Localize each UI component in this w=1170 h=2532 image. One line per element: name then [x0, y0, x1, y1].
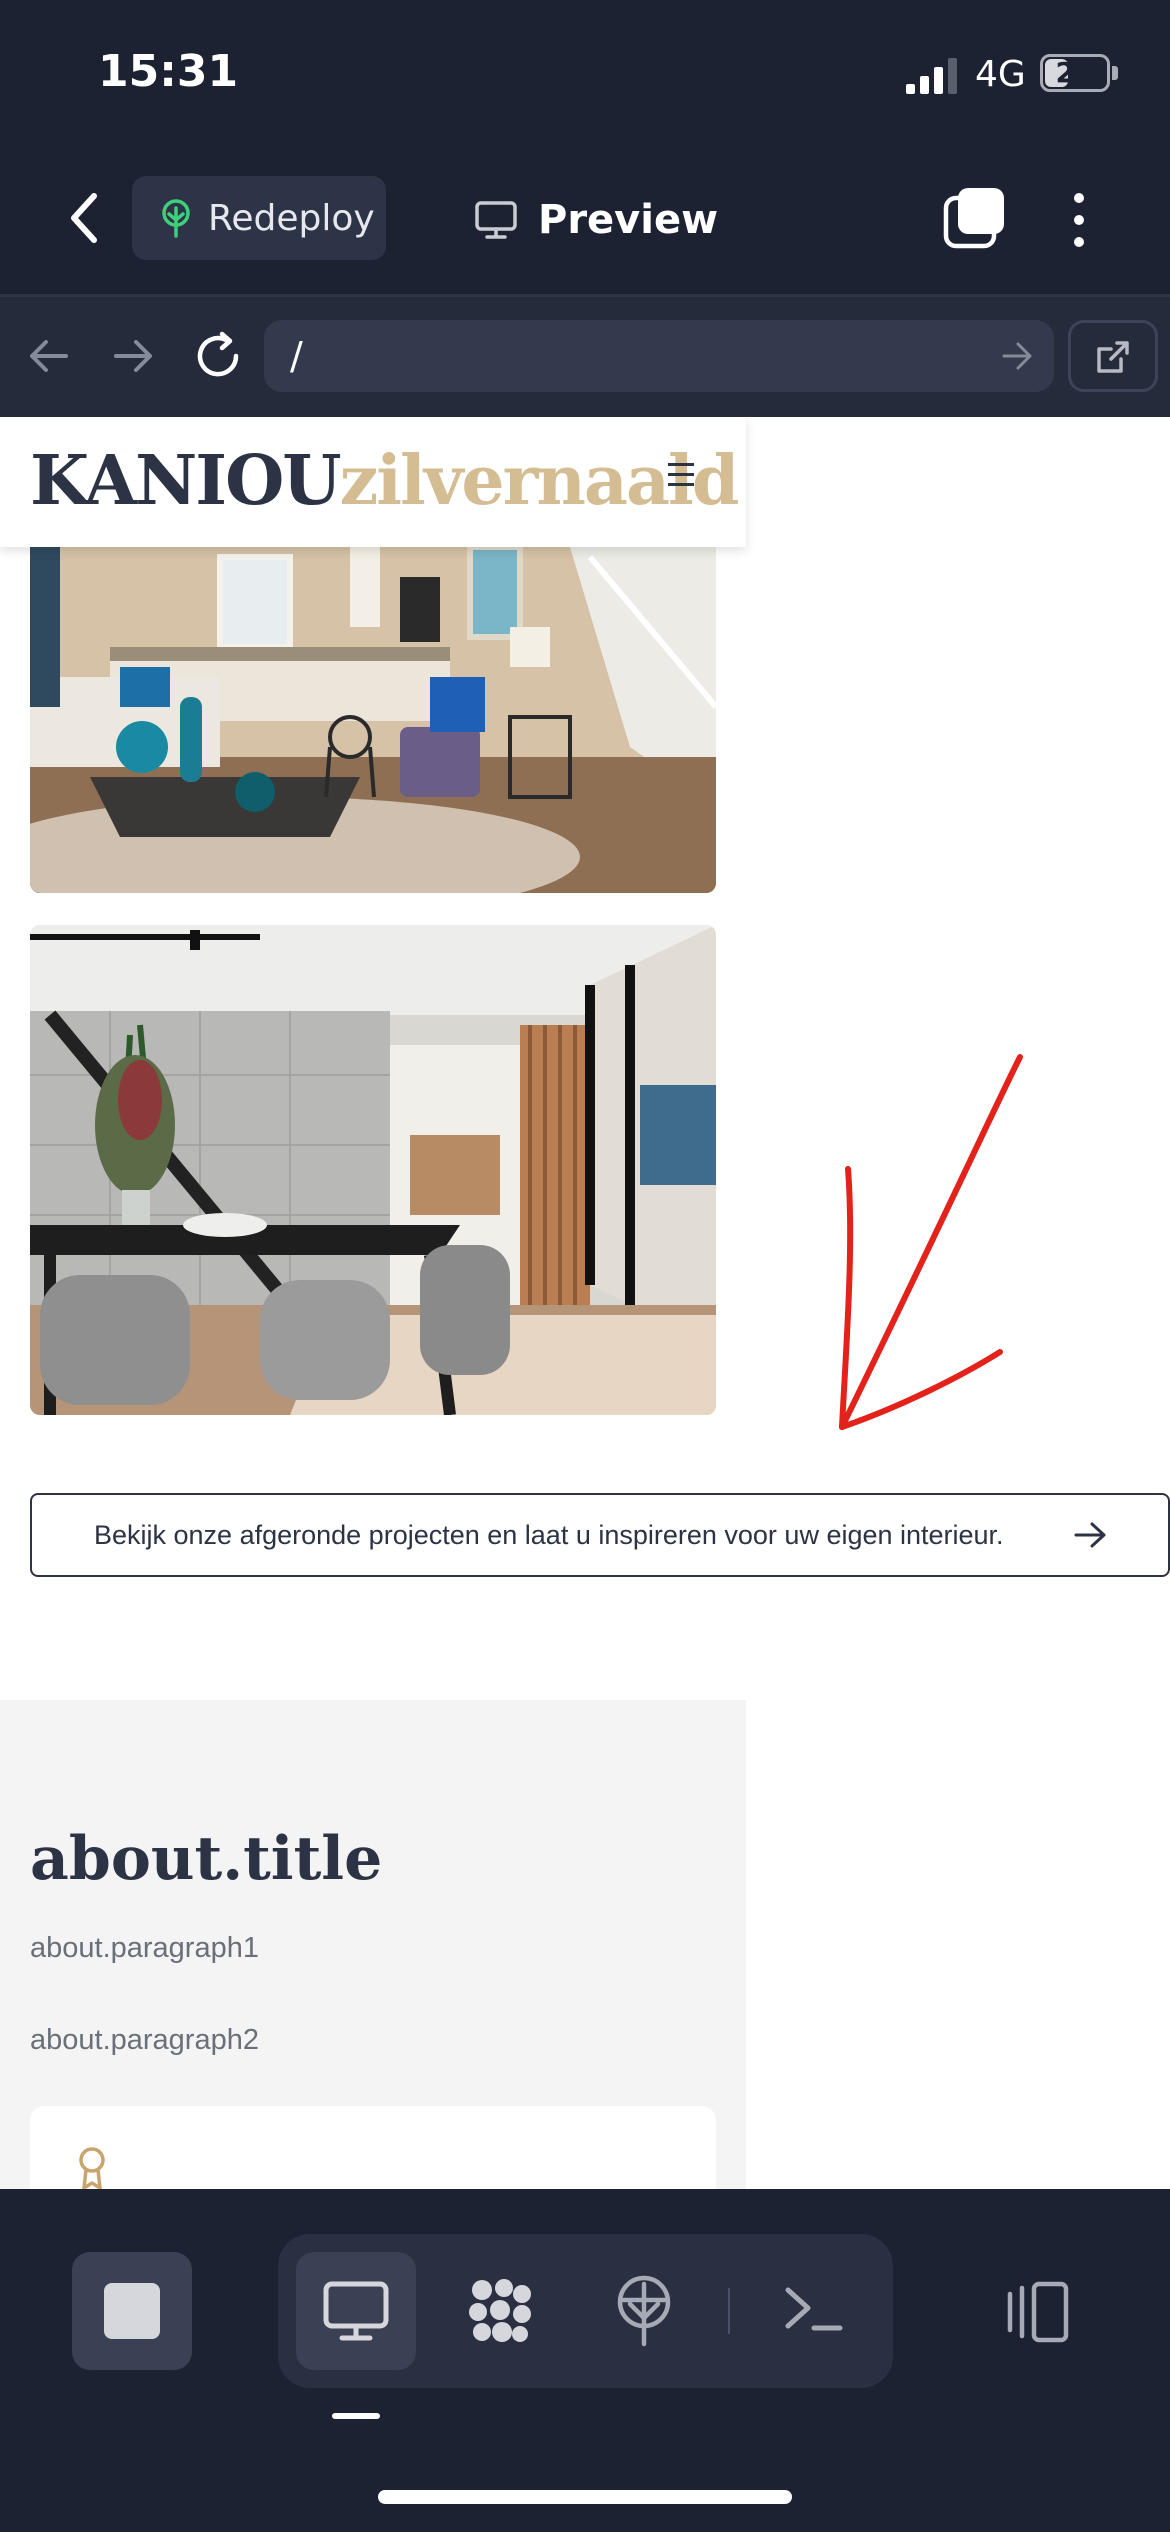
award-icon [79, 2147, 105, 2189]
stop-icon [104, 2283, 160, 2339]
signal-icon [906, 58, 957, 94]
active-tab-indicator [332, 2413, 380, 2419]
arrow-left-icon[interactable] [26, 336, 72, 376]
tree-icon [162, 199, 190, 238]
site-header: KANIOUzilvernaald [0, 417, 746, 547]
projects-cta-button[interactable]: Bekijk onze afgeronde projecten en laat … [30, 1493, 1170, 1577]
url-input[interactable]: / [264, 320, 1054, 392]
redeploy-label: Redeploy [208, 197, 375, 239]
stop-button[interactable] [72, 2252, 192, 2370]
apps-icon[interactable] [460, 2270, 540, 2350]
monitor-icon [475, 201, 517, 239]
toolbar-separator [728, 2288, 730, 2334]
site-logo[interactable]: KANIOUzilvernaald [30, 441, 739, 521]
open-external-button[interactable] [1068, 320, 1158, 392]
hamburger-icon[interactable] [668, 463, 694, 487]
terminal-icon[interactable] [774, 2270, 854, 2350]
chevron-left-icon[interactable] [60, 188, 110, 248]
web-preview[interactable]: KANIOUzilvernaald Bekijk onze afgeronde … [0, 417, 1170, 2189]
status-time: 15:31 [98, 46, 239, 97]
redeploy-button[interactable]: Redeploy [132, 176, 386, 260]
url-text: / [290, 334, 303, 378]
go-arrow-icon[interactable] [1000, 340, 1034, 372]
tabs-icon[interactable] [942, 186, 1006, 250]
about-title: about.title [30, 1824, 383, 1894]
about-paragraph-2: about.paragraph2 [30, 2024, 259, 2056]
more-vertical-icon[interactable] [1064, 190, 1094, 250]
battery-icon: 21 [1040, 54, 1110, 92]
annotation-arrow [839, 1054, 1023, 1430]
desktop-icon[interactable] [316, 2270, 396, 2350]
preview-tab[interactable]: Preview [474, 182, 718, 258]
reload-icon[interactable] [192, 330, 244, 382]
about-paragraph-1: about.paragraph1 [30, 1932, 259, 1964]
about-section: about.title about.paragraph1 about.parag… [0, 1700, 746, 2189]
arrow-right-icon [1074, 1522, 1106, 1548]
home-indicator[interactable] [378, 2490, 792, 2504]
preview-label: Preview [538, 197, 719, 243]
cta-label: Bekijk onze afgeronde projecten en laat … [94, 1519, 1004, 1550]
project-photo [30, 547, 716, 893]
battery-level: 21 [1055, 56, 1095, 89]
about-card [30, 2106, 716, 2189]
external-link-icon [1097, 341, 1129, 373]
arrow-right-icon[interactable] [110, 336, 156, 376]
project-photo [30, 925, 716, 1415]
battery-cap [1112, 66, 1118, 80]
network-type: 4G [975, 54, 1026, 95]
sidebar-icon[interactable] [996, 2272, 1076, 2352]
deploy-icon[interactable] [604, 2270, 684, 2350]
